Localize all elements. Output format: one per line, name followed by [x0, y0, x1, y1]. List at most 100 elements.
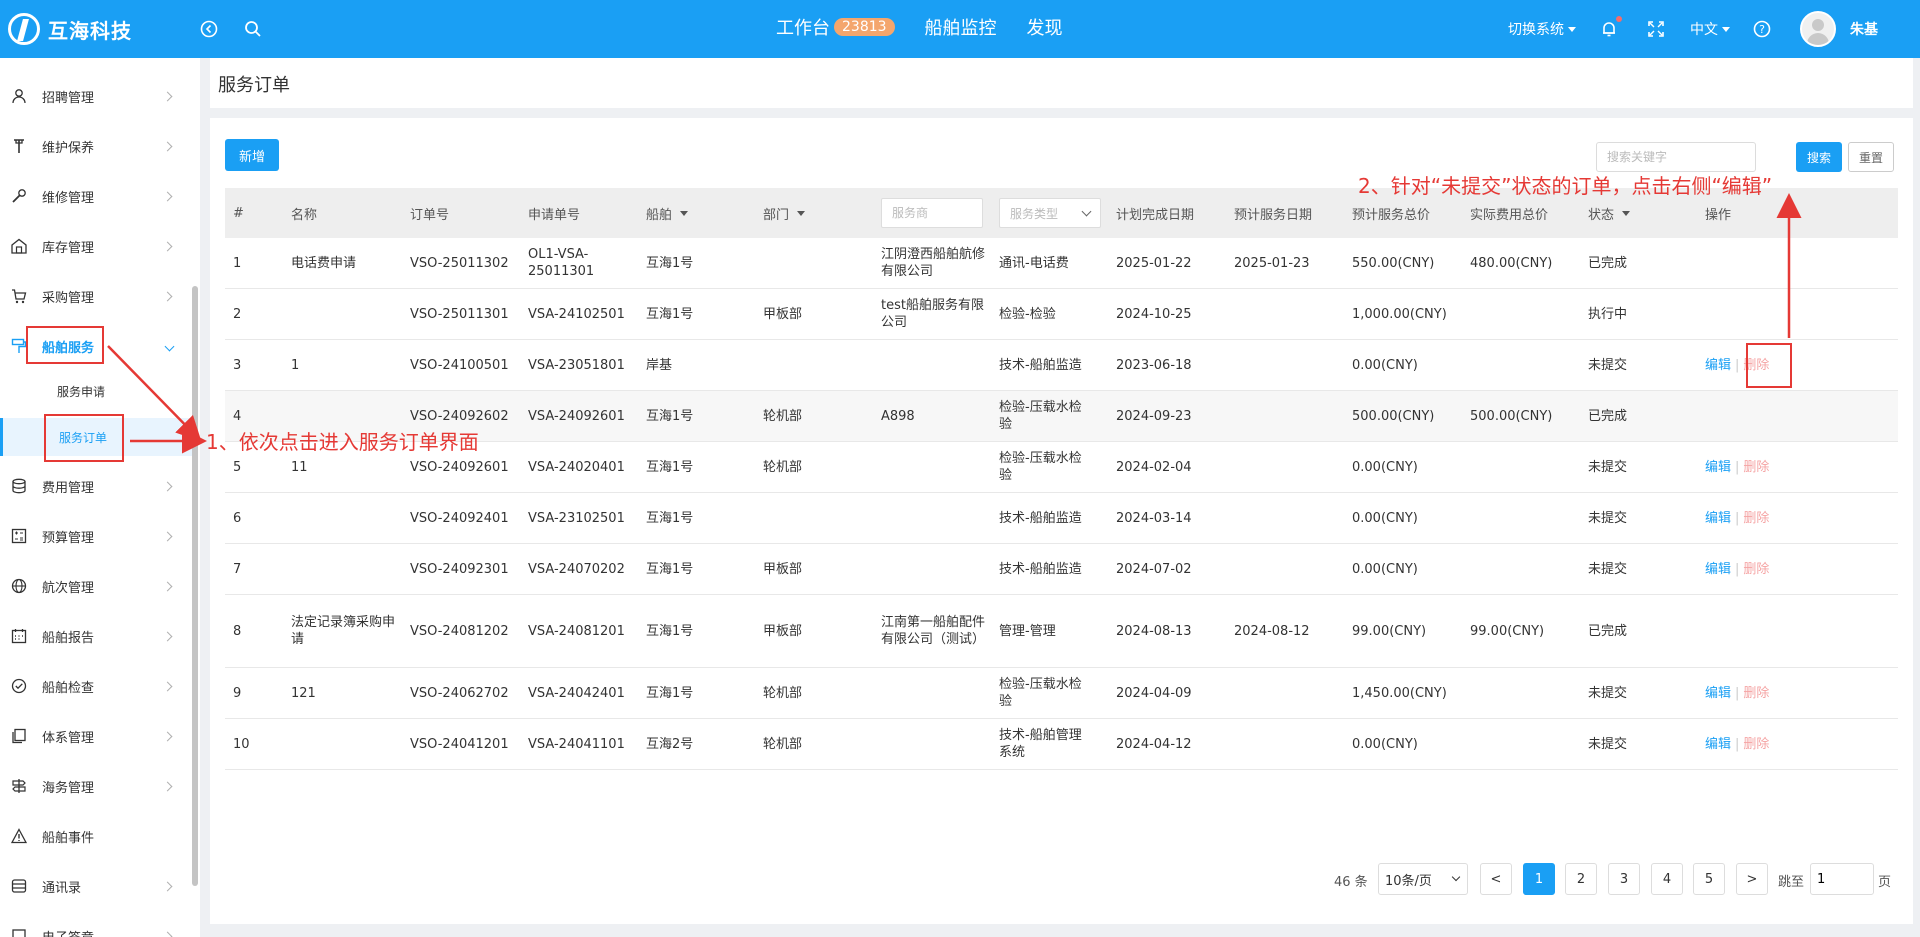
- sidebar-item-label: 预算管理: [42, 530, 95, 546]
- cell-apply-no: VSA-24020401: [528, 459, 625, 475]
- sidebar-item-expense[interactable]: 费用管理: [0, 466, 190, 506]
- cell-index: 8: [233, 623, 242, 639]
- cell-expected-total: 1,000.00(CNY): [1352, 306, 1447, 322]
- delete-link[interactable]: 删除: [1743, 459, 1769, 476]
- cell-index: 3: [233, 357, 242, 373]
- nav-discover[interactable]: 发现: [1027, 14, 1063, 40]
- cell-provider: test船舶服务有限公司: [881, 298, 984, 330]
- table-row: 1 电话费申请 VSO-25011302 OL1-VSA-25011301 互海1号 江阴…: [225, 238, 1898, 289]
- sidebar-item-contacts[interactable]: 通讯录: [0, 866, 190, 906]
- notification-dot: [1616, 16, 1622, 22]
- col-dept-filter[interactable]: 部门: [763, 188, 806, 238]
- calculator-icon: [10, 527, 28, 545]
- col-index: #: [233, 205, 244, 221]
- contacts-icon: [10, 877, 28, 895]
- col-planned-date: 计划完成日期: [1116, 207, 1195, 223]
- sidebar-item-purchase[interactable]: 采购管理: [0, 276, 190, 316]
- top-header: 互海科技 工作台 23813 船舶监控 发现 切换系统 中文 ? 朱基: [0, 0, 1920, 58]
- sidebar-item-label: 船舶事件: [42, 830, 95, 846]
- cell-provider: [881, 668, 986, 718]
- bell-icon[interactable]: [1596, 16, 1622, 42]
- search-input[interactable]: [1596, 142, 1756, 172]
- switch-system-dropdown[interactable]: 切换系统: [1508, 19, 1576, 39]
- search-button[interactable]: 搜索: [1796, 142, 1842, 172]
- chevron-right-icon: [162, 931, 173, 937]
- cell-planned-date: 2025-01-22: [1116, 255, 1192, 271]
- cell-planned-date: 2024-04-12: [1116, 736, 1192, 752]
- chevron-right-icon: [162, 141, 173, 151]
- sidebar-subitem-service-request[interactable]: 服务申请: [0, 372, 196, 410]
- cell-order-no: VSO-24092301: [410, 561, 509, 577]
- sidebar-item-ship-report[interactable]: 船舶报告: [0, 616, 190, 656]
- back-circle-icon[interactable]: [196, 16, 222, 42]
- language-dropdown[interactable]: 中文: [1690, 19, 1730, 39]
- next-page-button[interactable]: >: [1736, 863, 1768, 895]
- cell-service-type: 技术-船舶管理系统: [999, 728, 1082, 760]
- edit-link[interactable]: 编辑: [1705, 561, 1731, 578]
- page-size-select[interactable]: 10条/页: [1378, 863, 1468, 895]
- nav-workbench[interactable]: 工作台 23813: [776, 14, 895, 40]
- cell-index: 7: [233, 561, 242, 577]
- sidebar-item-repair[interactable]: 维修管理: [0, 176, 190, 216]
- chevron-right-icon: [162, 731, 173, 741]
- provider-filter-input[interactable]: [881, 198, 983, 228]
- col-ship-filter[interactable]: 船舶: [646, 188, 689, 238]
- sidebar-item-label: 维修管理: [42, 190, 95, 206]
- table-row: 7 VSO-24092301 VSA-24070202 互海1号 甲板部 技术-船舶监造 2…: [225, 544, 1898, 595]
- page-button-1[interactable]: 1: [1523, 863, 1555, 895]
- jump-page-input[interactable]: [1810, 863, 1874, 895]
- sidebar-item-voyage[interactable]: 航次管理: [0, 566, 190, 606]
- nav-ship-monitor[interactable]: 船舶监控: [925, 14, 997, 40]
- edit-link[interactable]: 编辑: [1705, 736, 1731, 753]
- sidebar-item-system-management[interactable]: 体系管理: [0, 716, 190, 756]
- avatar[interactable]: [1800, 11, 1836, 47]
- cell-service-type: 检验-压载水检验: [999, 400, 1082, 432]
- sidebar-item-e-signature[interactable]: 电子签章: [0, 916, 190, 937]
- sidebar-item-marine-affairs[interactable]: 海务管理: [0, 766, 190, 806]
- cell-index: 6: [233, 510, 242, 526]
- nav-discover-label: 发现: [1026, 18, 1063, 39]
- sidebar-item-inventory[interactable]: 库存管理: [0, 226, 190, 266]
- page-button-3[interactable]: 3: [1608, 863, 1640, 895]
- sidebar-item-label: 通讯录: [42, 880, 82, 896]
- edit-link[interactable]: 编辑: [1705, 459, 1731, 476]
- fullscreen-icon[interactable]: [1643, 16, 1669, 42]
- page-button-4[interactable]: 4: [1651, 863, 1683, 895]
- cell-service-type: 检验-压载水检验: [999, 677, 1082, 709]
- table-row: 8 法定记录簿采购申请 VSO-24081202 VSA-24081201 互海1号 甲板…: [225, 595, 1898, 668]
- ops-separator: |: [1735, 459, 1740, 475]
- cell-status: 未提交: [1588, 510, 1628, 526]
- page-button-2[interactable]: 2: [1565, 863, 1597, 895]
- sidebar-scrollbar[interactable]: [192, 286, 198, 886]
- cell-order-no: VSO-25011301: [410, 306, 509, 322]
- user-icon: [10, 87, 28, 105]
- sidebar-item-maintenance[interactable]: 维护保养: [0, 126, 190, 166]
- edit-link[interactable]: 编辑: [1705, 357, 1731, 374]
- page-button-5[interactable]: 5: [1693, 863, 1725, 895]
- help-icon[interactable]: ?: [1749, 16, 1775, 42]
- edit-link[interactable]: 编辑: [1705, 510, 1731, 527]
- sidebar-item-ship-event[interactable]: 船舶事件: [0, 816, 190, 856]
- sidebar-item-budget[interactable]: 预算管理: [0, 516, 190, 556]
- reset-button[interactable]: 重置: [1848, 142, 1894, 172]
- delete-link[interactable]: 删除: [1743, 561, 1769, 578]
- globe-icon: [10, 577, 28, 595]
- cell-order-no: VSO-24062702: [410, 685, 509, 701]
- sidebar-item-recruitment[interactable]: 招聘管理: [0, 76, 190, 116]
- delete-link[interactable]: 删除: [1743, 685, 1769, 702]
- page-title: 服务订单: [218, 75, 290, 96]
- search-icon[interactable]: [240, 16, 266, 42]
- delete-link[interactable]: 删除: [1743, 736, 1769, 753]
- edit-link[interactable]: 编辑: [1705, 685, 1731, 702]
- delete-link[interactable]: 删除: [1743, 510, 1769, 527]
- prev-page-button[interactable]: <: [1480, 863, 1512, 895]
- cell-service-type: 技术-船舶监造: [999, 357, 1082, 373]
- cell-status: 未提交: [1588, 357, 1628, 373]
- service-type-filter-select[interactable]: 服务类型: [999, 198, 1101, 228]
- username[interactable]: 朱基: [1850, 19, 1878, 39]
- add-button[interactable]: 新增: [225, 139, 279, 171]
- cell-status: 未提交: [1588, 561, 1628, 577]
- brand-logo[interactable]: 互海科技: [8, 12, 132, 46]
- cell-planned-date: 2024-10-25: [1116, 306, 1192, 322]
- sidebar-item-ship-inspection[interactable]: 船舶检查: [0, 666, 190, 706]
